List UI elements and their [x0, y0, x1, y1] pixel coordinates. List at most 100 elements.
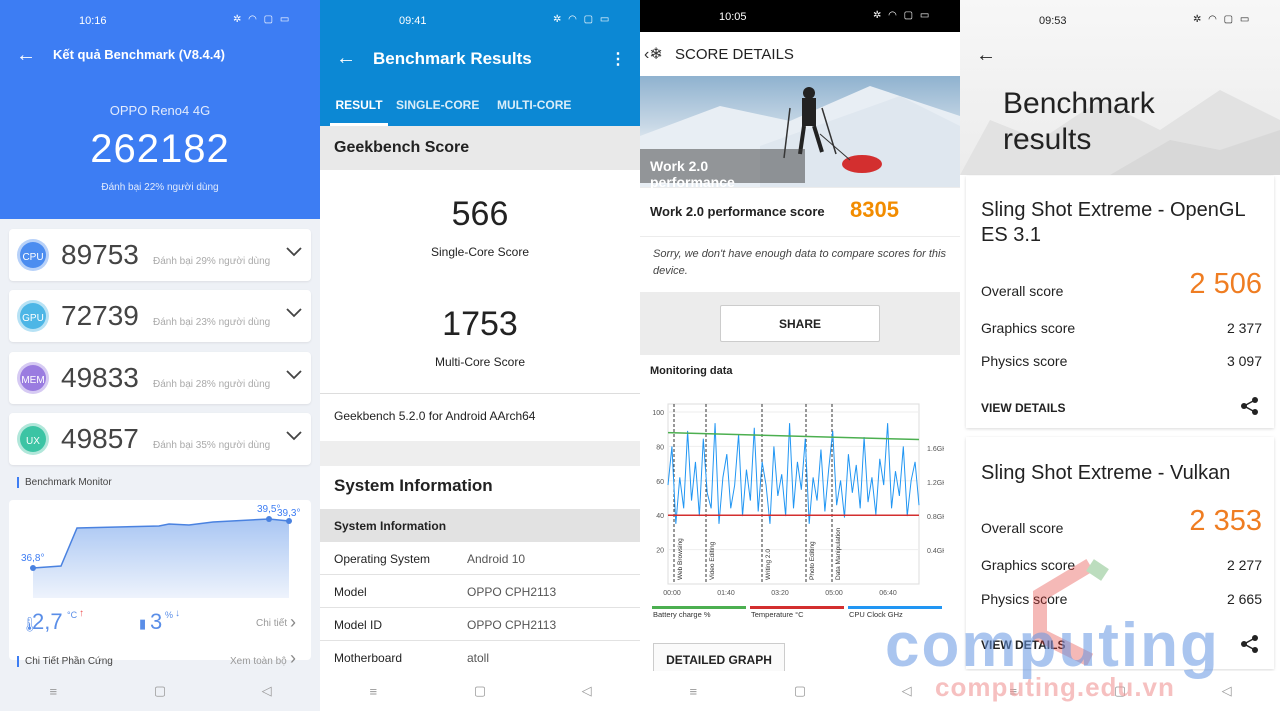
back-nav-icon[interactable]: ◁	[567, 683, 607, 699]
gpu-beat: Đánh bại 23% người dùng	[153, 317, 271, 328]
status-time: 09:53	[1039, 15, 1067, 27]
chevron-right-icon[interactable]: ›	[290, 612, 296, 633]
menu-nav-icon[interactable]: ≡	[353, 684, 393, 699]
back-arrow-icon[interactable]: ←	[976, 44, 996, 67]
device-name: OPPO Reno4 4G	[109, 103, 211, 118]
y-tick-label: 60	[656, 479, 664, 486]
table-row: Model OPPO CPH2113	[320, 575, 640, 608]
cpu-score-card[interactable]: CPU 89753 Đánh bại 29% người dùng	[9, 229, 311, 281]
cpu-badge: CPU	[17, 239, 49, 271]
beat-percent: Đánh bại 22% người dùng	[101, 182, 219, 193]
back-nav-icon[interactable]: ◁	[887, 683, 927, 699]
chevron-down-icon[interactable]	[285, 366, 303, 384]
overall-score: 2 506	[1189, 268, 1262, 300]
tab-result[interactable]: RESULT	[330, 96, 388, 126]
see-all-link[interactable]: Xem toàn bộ	[230, 656, 287, 667]
x-tick-label: 00:00	[663, 590, 681, 597]
page-title: Kết quả Benchmark (V8.4.4)	[53, 47, 225, 62]
row-key: Model ID	[334, 618, 383, 632]
total-score: 262182	[90, 127, 230, 171]
back-chevron-icon[interactable]: ‹❄	[644, 44, 663, 64]
row-value: atoll	[467, 651, 490, 665]
home-nav-icon[interactable]: ▢	[460, 683, 500, 699]
menu-nav-icon[interactable]: ≡	[673, 684, 713, 699]
battery-down-arrow-icon: ↓	[175, 608, 180, 619]
chevron-right-icon[interactable]: ›	[290, 648, 296, 669]
test-name: Sling Shot Extreme - OpenGL ES 3.1	[981, 199, 1245, 246]
back-nav-icon[interactable]: ◁	[247, 683, 287, 699]
physics-score-label: Physics score	[981, 353, 1068, 369]
hero-caption: Work 2.0 performance	[640, 149, 805, 190]
gpu-score-card[interactable]: GPU 72739 Đánh bại 23% người dùng	[9, 290, 311, 342]
status-time: 09:41	[399, 15, 427, 27]
status-icons: ✲ ◠ ▢ ▭	[873, 10, 932, 21]
divider	[320, 393, 640, 394]
temperature-graph	[30, 516, 292, 598]
mem-score: 49833	[61, 362, 139, 393]
status-icons: ✲ ◠ ▢ ▭	[553, 14, 612, 25]
system-info-subheader: System Information	[320, 509, 640, 542]
back-nav-icon[interactable]: ◁	[1207, 683, 1247, 699]
hero-image: Work 2.0 performance	[640, 76, 960, 190]
share-button[interactable]: SHARE	[720, 305, 880, 342]
x-tick-label: 05:00	[825, 590, 843, 597]
menu-nav-icon[interactable]: ≡	[33, 684, 73, 699]
geekbench-app-bar: 09:41 ✲ ◠ ▢ ▭ ← Benchmark Results ⋮ RESU…	[320, 0, 640, 126]
home-nav-icon[interactable]: ▢	[140, 683, 180, 699]
section-label: Data Manipulation	[835, 527, 842, 580]
gpu-score: 72739	[61, 300, 139, 331]
tab-single-core[interactable]: SINGLE-CORE	[396, 96, 479, 126]
benchmark-monitor[interactable]: 36,8° 39,5° 39,3° 🌡 2,7 °C ↑ ▮ 3 % ↓ Chi…	[9, 500, 311, 660]
temp-end-label: 39,3°	[277, 508, 301, 519]
y-tick-label: 80	[656, 444, 664, 451]
share-icon[interactable]	[1240, 634, 1260, 654]
row-key: Model	[334, 585, 367, 599]
graphics-score-label: Graphics score	[981, 320, 1076, 336]
row-value: OPPO CPH2113	[467, 585, 557, 599]
y-tick-label: 100	[652, 410, 664, 417]
mem-badge: MEM	[17, 362, 49, 394]
work-score: 8305	[850, 197, 899, 222]
chevron-down-icon[interactable]	[285, 304, 303, 322]
temp-rise: 2,7	[32, 609, 63, 634]
ux-score-card[interactable]: UX 49857 Đánh bại 35% người dùng	[9, 413, 311, 465]
status-icons: ✲ ◠ ▢ ▭	[233, 14, 292, 25]
physics-score: 3 097	[1226, 353, 1262, 369]
section-gap	[320, 441, 640, 466]
back-arrow-icon[interactable]: ←	[16, 44, 36, 67]
mem-score-card[interactable]: MEM 49833 Đánh bại 28% người dùng	[9, 352, 311, 404]
share-icon[interactable]	[1240, 396, 1260, 416]
geekbench-panel: 09:41 ✲ ◠ ▢ ▭ ← Benchmark Results ⋮ RESU…	[320, 0, 640, 711]
view-details-link[interactable]: VIEW DETAILS	[981, 401, 1065, 415]
compare-message: Sorry, we don't have enough data to comp…	[653, 248, 946, 277]
temp-unit: °C	[67, 610, 78, 620]
detail-link[interactable]: Chi tiết	[256, 618, 287, 629]
section-label: Writing 2.0	[765, 549, 772, 580]
table-row: Operating System Android 10	[320, 542, 640, 575]
battery-drop: 3	[150, 609, 163, 634]
overall-score: 2 353	[1189, 505, 1262, 537]
section-label: Video Editing	[709, 541, 716, 580]
section-label: Photo Editing	[809, 541, 816, 580]
y2-tick-label: 0.8GHz	[927, 514, 944, 521]
cpu-beat: Đánh bại 29% người dùng	[153, 256, 271, 267]
status-bar: 10:16 ✲ ◠ ▢ ▭	[0, 0, 320, 40]
row-key: Operating System	[334, 552, 431, 566]
battery-icon: ▮	[139, 616, 147, 631]
home-nav-icon[interactable]: ▢	[780, 683, 820, 699]
antutu-header: 10:16 ✲ ◠ ▢ ▭ ← Kết quả Benchmark (V8.4.…	[0, 0, 320, 219]
more-options-icon[interactable]: ⋮	[610, 49, 626, 69]
multi-core-label: Multi-Core Score	[434, 355, 526, 369]
y-tick-label: 40	[656, 513, 664, 520]
chevron-down-icon[interactable]	[285, 427, 303, 445]
y2-tick-label: 0.4GHz	[927, 548, 944, 555]
monitor-section-title: Benchmark Monitor	[17, 477, 112, 488]
y2-tick-label: 1.2GHz	[927, 480, 944, 487]
x-tick-label: 01:40	[717, 590, 735, 597]
antutu-panel: 10:16 ✲ ◠ ▢ ▭ ← Kết quả Benchmark (V8.4.…	[0, 0, 320, 711]
ux-badge: UX	[17, 423, 49, 455]
tab-multi-core[interactable]: MULTI-CORE	[497, 96, 571, 126]
legend-swatch	[652, 606, 746, 609]
chevron-down-icon[interactable]	[285, 243, 303, 261]
back-arrow-icon[interactable]: ←	[336, 47, 356, 70]
